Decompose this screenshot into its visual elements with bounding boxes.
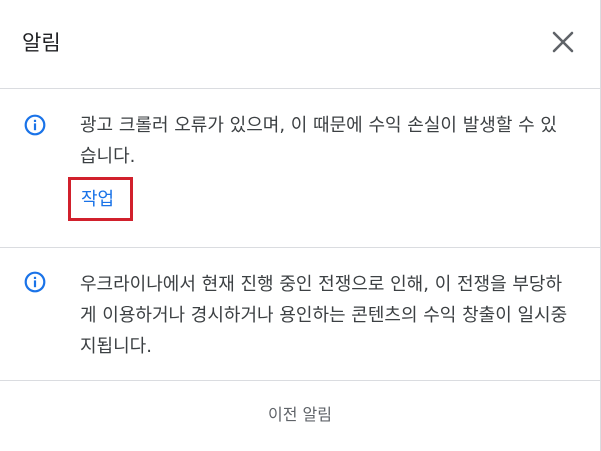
panel-footer: 이전 알림 (0, 381, 600, 451)
previous-notifications-link[interactable]: 이전 알림 (268, 402, 332, 428)
notification-item: 광고 크롤러 오류가 있으며, 이 때문에 수익 손실이 발생할 수 있습니다.… (0, 89, 600, 248)
action-link[interactable]: 작업 (81, 186, 114, 214)
info-icon (24, 114, 46, 136)
notifications-panel: 알림 광고 크롤러 오류가 있으며, 이 때문에 수익 손실이 발생할 수 있습… (0, 0, 601, 451)
close-icon (552, 31, 574, 53)
notification-item: 우크라이나에서 현재 진행 중인 전쟁으로 인해, 이 전쟁을 부당하게 이용하… (0, 248, 600, 381)
close-button[interactable] (548, 27, 578, 57)
action-highlight: 작업 (68, 177, 133, 221)
panel-header: 알림 (0, 0, 600, 89)
panel-title: 알림 (22, 31, 61, 55)
notification-message: 광고 크롤러 오류가 있으며, 이 때문에 수익 손실이 발생할 수 있습니다. (80, 115, 557, 167)
info-icon (24, 271, 46, 293)
notification-message: 우크라이나에서 현재 진행 중인 전쟁으로 인해, 이 전쟁을 부당하게 이용하… (80, 274, 568, 357)
